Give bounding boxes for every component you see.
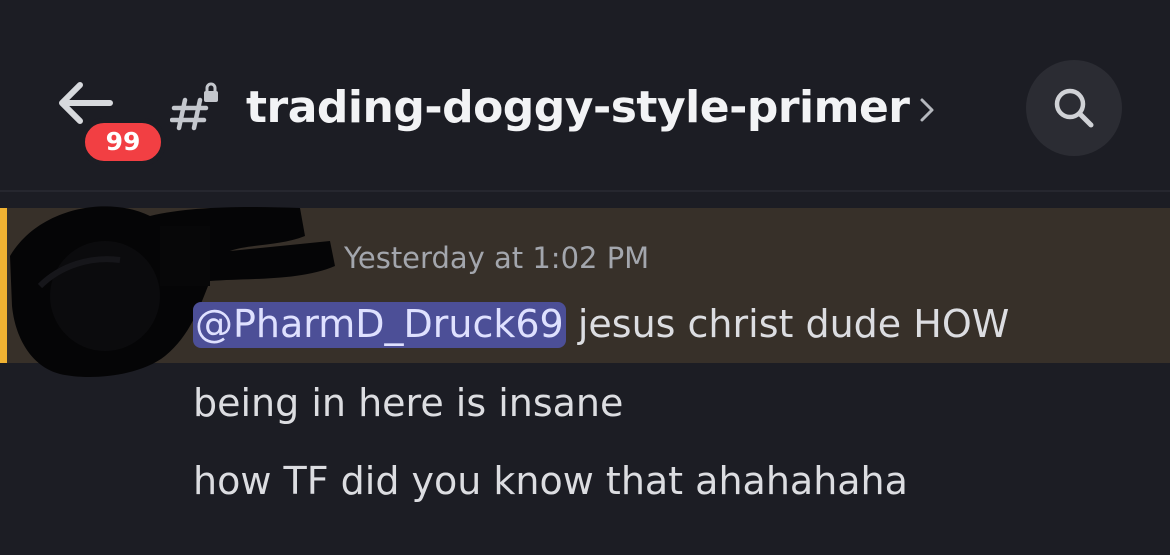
redacted-avatar-and-username <box>10 206 335 377</box>
chevron-right-icon[interactable] <box>918 96 936 124</box>
channel-title[interactable]: trading-doggy-style-primer <box>246 78 910 138</box>
chat-screen: 99 trading-doggy-style-primer Yesterday … <box>0 0 1170 555</box>
locked-hashtag-icon <box>170 82 218 131</box>
message-line: being in here is insane <box>193 381 624 425</box>
message-line: how TF did you know that ahahahaha <box>193 459 908 503</box>
channel-header: 99 trading-doggy-style-primer <box>0 0 1170 190</box>
user-mention[interactable]: @PharmD_Druck69 <box>193 302 566 348</box>
unread-count-badge: 99 <box>80 118 166 166</box>
search-icon <box>1054 88 1094 128</box>
search-button[interactable] <box>1026 60 1122 156</box>
header-divider <box>0 190 1170 192</box>
message-timestamp: Yesterday at 1:02 PM <box>344 241 650 275</box>
message-text: jesus christ dude HOW <box>577 302 1010 346</box>
message-line: @PharmD_Druck69 jesus christ dude HOW <box>193 298 1009 350</box>
